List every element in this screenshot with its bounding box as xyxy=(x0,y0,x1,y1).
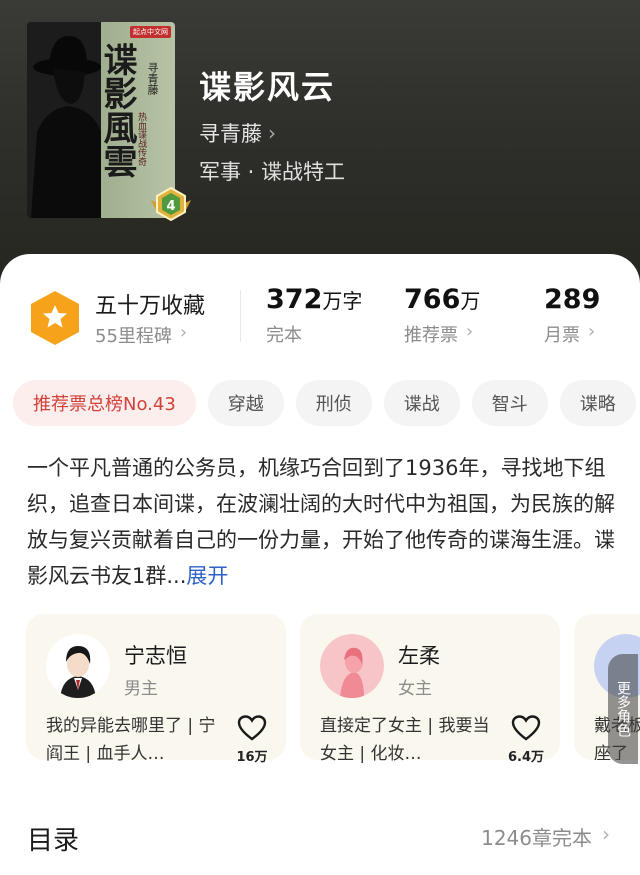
recommend-label: 推荐票 xyxy=(404,325,458,346)
character-desc: 直接定了女主 | 我要当女主 | 化妆… xyxy=(320,716,490,764)
like-count: 6.4万 xyxy=(507,750,545,765)
stats-row: 五十万收藏 55里程碑 › 372万字 完本 766万 推荐票 › 289 月票 › xyxy=(0,254,640,364)
recommend-unit: 万 xyxy=(460,289,481,313)
milestone-link[interactable]: 55里程碑 › xyxy=(95,322,187,348)
cover-title: 谍影風雲 xyxy=(97,42,137,178)
character-avatar xyxy=(320,634,384,698)
book-detail-card: 五十万收藏 55里程碑 › 372万字 完本 766万 推荐票 › 289 月票 ›… xyxy=(0,254,640,875)
tag-rank[interactable]: 推荐票总榜No.43 xyxy=(13,380,196,426)
book-title: 谍影风云 xyxy=(199,68,336,106)
like-button[interactable]: 16万 xyxy=(232,714,272,765)
synopsis-text: 一个平凡普通的公务员，机缘巧合回到了1936年，寻找地下组织，追查日本间谍，在波… xyxy=(27,456,615,588)
recommend-ticket-stat[interactable]: 766万 推荐票 › xyxy=(404,284,480,347)
tag-item[interactable]: 谍略 xyxy=(559,380,636,426)
chevron-right-icon: › xyxy=(466,321,474,342)
level-badge-icon: 4 xyxy=(151,186,191,222)
chevron-right-icon: › xyxy=(588,321,596,342)
character-avatar xyxy=(46,634,110,698)
monthly-label: 月票 xyxy=(544,325,580,346)
cover-author: 寻青藤 xyxy=(146,62,159,95)
like-count: 16万 xyxy=(236,750,268,765)
tag-list: 推荐票总榜No.43 穿越 刑侦 谍战 智斗 谍略 xyxy=(13,380,636,426)
expand-link[interactable]: 展开 xyxy=(186,564,228,588)
character-role: 男主 xyxy=(124,679,158,699)
character-desc: 我的异能去哪里了 | 宁阎王 | 血手人… xyxy=(46,716,216,764)
more-characters-button[interactable]: 更多角色 xyxy=(608,654,638,764)
level-number: 4 xyxy=(166,199,175,214)
monthly-count: 289 xyxy=(544,284,601,315)
author-link[interactable]: 寻青藤 › xyxy=(199,118,276,148)
milestone-star-icon[interactable] xyxy=(29,289,81,347)
tag-item[interactable]: 穿越 xyxy=(207,380,284,426)
cover-silhouette xyxy=(27,22,101,218)
publisher-tag: 起点中文网 xyxy=(130,26,171,38)
character-name: 左柔 xyxy=(398,644,440,668)
stats-divider xyxy=(240,290,241,342)
word-count: 372 xyxy=(266,284,323,315)
like-button[interactable]: 6.4万 xyxy=(506,714,546,765)
character-name: 宁志恒 xyxy=(124,644,187,668)
character-list: 宁志恒 男主 我的异能去哪里了 | 宁阎王 | 血手人… 16万 左柔 女主 直… xyxy=(26,614,640,765)
author-name: 寻青藤 xyxy=(199,122,262,146)
milestone-sub: 55里程碑 xyxy=(95,326,172,347)
heart-icon xyxy=(511,715,541,741)
synopsis[interactable]: 一个平凡普通的公务员，机缘巧合回到了1936年，寻找地下组织，追查日本间谍，在波… xyxy=(27,450,617,594)
chevron-right-icon: › xyxy=(179,322,188,343)
character-role: 女主 xyxy=(398,679,432,699)
toc-link[interactable]: 1246章完本 › xyxy=(481,822,610,851)
cover-subtitle: 热血谍战传奇 xyxy=(136,112,146,166)
toc-title[interactable]: 目录 xyxy=(27,820,79,857)
chevron-right-icon: › xyxy=(602,822,610,846)
heart-icon xyxy=(237,715,267,741)
milestone-title[interactable]: 五十万收藏 xyxy=(95,288,205,320)
genre-label[interactable]: 军事 · 谍战特工 xyxy=(199,156,345,186)
character-card[interactable]: 左柔 女主 直接定了女主 | 我要当女主 | 化妆… 6.4万 xyxy=(300,614,560,765)
completion-status: 完本 xyxy=(266,325,302,346)
chapter-count: 1246章完本 xyxy=(481,826,592,850)
word-count-stat: 372万字 完本 xyxy=(266,284,362,347)
recommend-count: 766 xyxy=(404,284,461,315)
word-count-unit: 万字 xyxy=(322,289,363,313)
chevron-right-icon: › xyxy=(268,121,276,145)
tag-item[interactable]: 谍战 xyxy=(383,380,460,426)
character-card[interactable]: 宁志恒 男主 我的异能去哪里了 | 宁阎王 | 血手人… 16万 xyxy=(26,614,286,765)
tag-item[interactable]: 智斗 xyxy=(471,380,548,426)
tag-item[interactable]: 刑侦 xyxy=(295,380,372,426)
monthly-ticket-stat[interactable]: 289 月票 › xyxy=(544,284,600,347)
